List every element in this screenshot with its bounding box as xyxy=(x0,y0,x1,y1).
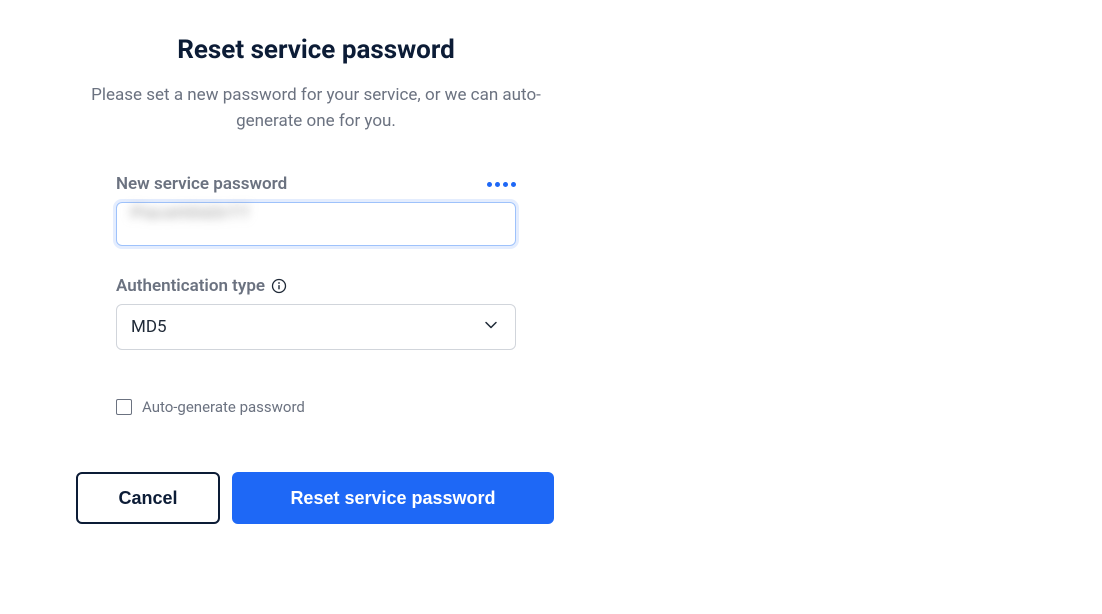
reset-password-dialog: Reset service password Please set a new … xyxy=(76,35,556,524)
auth-type-label-row: Authentication type xyxy=(116,276,516,296)
autogen-checkbox[interactable] xyxy=(116,399,132,415)
reset-password-button[interactable]: Reset service password xyxy=(232,472,554,524)
auth-type-field-group: Authentication type MD5 xyxy=(76,276,556,350)
password-input[interactable]: PlaceH0ld3rTT xyxy=(116,202,516,246)
auth-type-select[interactable]: MD5 xyxy=(116,304,516,350)
dialog-title: Reset service password xyxy=(76,35,556,65)
password-field-group: New service password PlaceH0ld3rTT xyxy=(76,174,556,246)
auth-type-label-text: Authentication type xyxy=(116,276,265,296)
auth-type-label: Authentication type xyxy=(116,276,287,296)
auth-type-selected-value: MD5 xyxy=(131,317,167,337)
chevron-down-icon xyxy=(481,315,501,340)
cancel-button[interactable]: Cancel xyxy=(76,472,220,524)
password-label: New service password xyxy=(116,174,287,194)
password-strength-indicator xyxy=(487,182,516,187)
strength-dot-icon xyxy=(487,182,492,187)
autogen-checkbox-row: Auto-generate password xyxy=(76,398,556,416)
strength-dot-icon xyxy=(495,182,500,187)
password-value: PlaceH0ld3rTT xyxy=(131,203,251,222)
info-icon[interactable] xyxy=(271,278,287,294)
strength-dot-icon xyxy=(511,182,516,187)
autogen-checkbox-label: Auto-generate password xyxy=(142,398,305,416)
strength-dot-icon xyxy=(503,182,508,187)
password-label-row: New service password xyxy=(116,174,516,194)
dialog-button-row: Cancel Reset service password xyxy=(76,472,556,524)
dialog-subtitle: Please set a new password for your servi… xyxy=(76,83,556,134)
